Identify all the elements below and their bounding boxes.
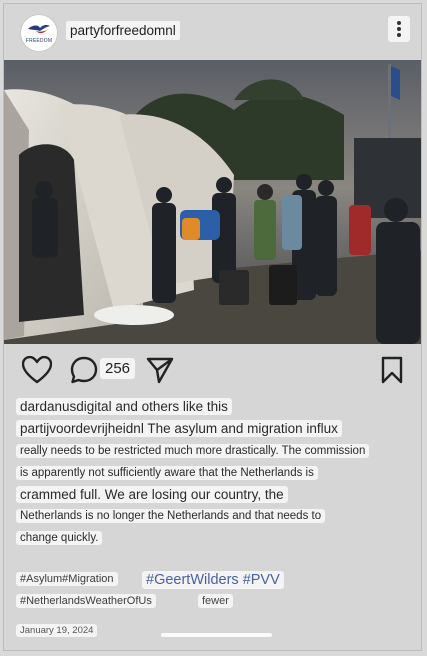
show-fewer-button[interactable]: fewer	[198, 594, 233, 608]
caption-line: change quickly.	[16, 531, 103, 545]
caption-line: Netherlands is no longer the Netherlands…	[16, 509, 326, 523]
home-indicator[interactable]	[161, 633, 272, 637]
comment-count: 256	[100, 358, 136, 379]
post-header: FREEDOM partyforfreedomnl	[4, 4, 421, 60]
caption-line: crammed full. We are losing our country,…	[16, 486, 288, 503]
liked-by-text[interactable]: dardanusdigital and others like this	[16, 398, 232, 415]
hashtag-link[interactable]: #NetherlandsWeatherOfUs	[16, 594, 156, 608]
post-photo[interactable]	[4, 60, 421, 344]
caption-line: partijvoordevrijheidnl The asylum and mi…	[16, 420, 342, 437]
hashtag-link[interactable]: #Asylum#Migration	[16, 572, 118, 586]
username[interactable]: partyforfreedomnl	[66, 21, 180, 40]
caption-line: really needs to be restricted much more …	[16, 444, 370, 458]
send-icon[interactable]	[146, 356, 174, 384]
post-date: January 19, 2024	[16, 624, 98, 637]
kebab-icon[interactable]	[388, 16, 410, 42]
caption-line: is apparently not sufficiently aware tha…	[16, 466, 318, 480]
post-card: FREEDOM partyforfreedomnl 256 dardanusdi…	[3, 3, 422, 651]
avatar-label: FREEDOM	[25, 38, 53, 44]
hashtag-link[interactable]: #GeertWilders #PVV	[142, 571, 284, 589]
avatar[interactable]: FREEDOM	[20, 14, 58, 52]
action-bar: 256	[4, 350, 421, 390]
comment-icon[interactable]	[70, 356, 98, 384]
bookmark-icon[interactable]	[380, 356, 404, 384]
heart-icon[interactable]	[22, 356, 52, 384]
bird-logo-icon	[28, 24, 50, 34]
